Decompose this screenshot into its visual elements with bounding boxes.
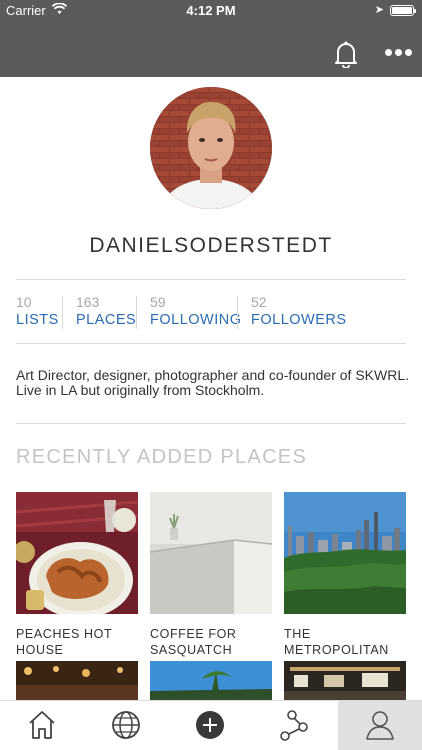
stat-separator xyxy=(62,296,63,329)
place-photo-peaches[interactable] xyxy=(16,492,138,614)
divider xyxy=(16,343,406,344)
avatar xyxy=(150,87,272,209)
tab-home[interactable] xyxy=(0,701,84,750)
stat-count: 163 xyxy=(76,294,100,310)
stat-lists[interactable]: 10 LISTS xyxy=(16,294,59,328)
tab-profile[interactable] xyxy=(338,701,422,750)
battery-icon xyxy=(390,5,416,16)
user-icon xyxy=(366,711,394,740)
status-time: 4:12 PM xyxy=(186,3,236,18)
place-name[interactable]: COFFEE FOR SASQUATCH xyxy=(150,626,250,658)
status-bar: Carrier 4:12 PM ➤ xyxy=(0,0,422,22)
home-icon xyxy=(29,711,55,739)
stat-following[interactable]: 59 FOLLOWING xyxy=(150,294,242,328)
stat-count: 59 xyxy=(150,294,166,310)
username: DANIELSODERSTEDT xyxy=(89,234,333,257)
tab-explore[interactable] xyxy=(84,701,168,750)
place-photo[interactable] xyxy=(150,661,272,700)
dot xyxy=(395,49,402,56)
globe-icon xyxy=(112,711,140,739)
divider xyxy=(16,423,406,424)
place-photo[interactable] xyxy=(16,661,138,700)
place-photo[interactable] xyxy=(284,661,406,700)
stat-label: LISTS xyxy=(16,312,59,328)
stat-count: 10 xyxy=(16,294,32,310)
bell-icon[interactable] xyxy=(333,40,359,68)
place-name[interactable]: PEACHES HOT HOUSE xyxy=(16,626,146,658)
dot xyxy=(385,49,392,56)
stat-label: FOLLOWING xyxy=(150,312,242,328)
network-icon xyxy=(280,710,308,741)
more-options-button[interactable] xyxy=(384,47,414,59)
dot xyxy=(405,49,412,56)
stat-separator xyxy=(237,296,238,329)
stat-followers[interactable]: 52 FOLLOWERS xyxy=(251,294,347,328)
stat-label: FOLLOWERS xyxy=(251,312,347,328)
location-arrow-icon: ➤ xyxy=(374,4,384,16)
divider xyxy=(16,279,406,280)
stat-count: 52 xyxy=(251,294,267,310)
tab-add[interactable] xyxy=(168,701,252,750)
stat-places[interactable]: 163 PLACES xyxy=(76,294,136,328)
tab-network[interactable] xyxy=(252,701,336,750)
stat-label: PLACES xyxy=(76,312,137,328)
section-title: RECENTLY ADDED PLACES xyxy=(16,446,308,468)
place-photo-metropolitan[interactable] xyxy=(284,492,406,614)
profile-bio: Art Director, designer, photographer and… xyxy=(16,367,409,398)
top-bar: Carrier 4:12 PM ➤ xyxy=(0,0,422,77)
add-circle-icon xyxy=(196,711,224,739)
tab-bar xyxy=(0,700,422,750)
stat-separator xyxy=(136,296,137,329)
place-photo-coffee[interactable] xyxy=(150,492,272,614)
